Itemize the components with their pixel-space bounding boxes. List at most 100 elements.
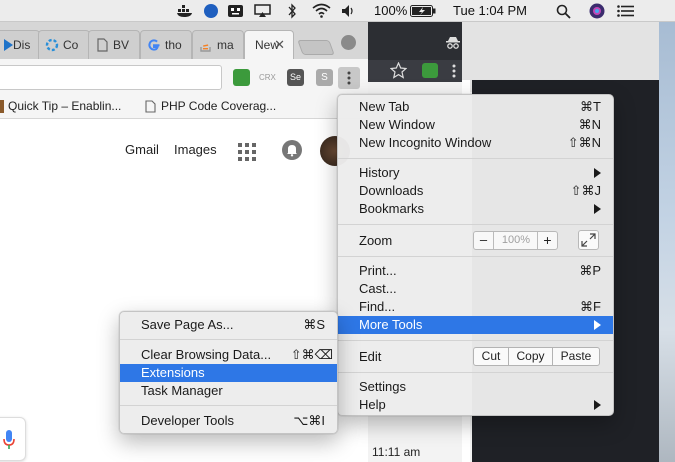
menu-item-new-window[interactable]: New Window ⌘N [338,116,613,134]
incognito-icon [446,37,460,49]
tab-strip: Dis Co BV tho ma New ✕ [0,22,368,60]
cut-button[interactable]: Cut [473,347,509,366]
document-icon [97,38,108,52]
bluetooth-icon[interactable] [287,3,297,19]
images-link[interactable]: Images [174,142,217,157]
tab-1[interactable]: Dis [0,30,40,59]
tab-4[interactable]: tho [140,30,192,59]
shortcut-label: ⌘T [580,99,601,114]
menu-item-label: New Tab [359,99,410,114]
three-dots-icon [347,71,351,85]
bookmark-icon [0,100,4,113]
menu-item-label: New Window [359,117,435,132]
menu-item-label: Cast... [359,281,397,296]
chrome-main-menu: New Tab ⌘T New Window ⌘N New Incognito W… [337,94,614,416]
shortcut-label: ⌘S [303,317,325,332]
zoom-in-button[interactable]: + [537,232,557,249]
shortcut-label: ⌥⌘I [293,413,325,428]
menu-item-history[interactable]: History [338,164,613,182]
menu-item-new-tab[interactable]: New Tab ⌘T [338,98,613,116]
profile-icon[interactable] [341,35,356,50]
menu-item-developer-tools[interactable]: Developer Tools ⌥⌘I [120,412,337,430]
document-icon [145,100,156,113]
menu-separator [338,256,613,257]
spotlight-search-icon[interactable] [556,4,571,19]
incognito-menu-icon[interactable] [452,64,456,78]
docker-icon[interactable] [176,4,194,18]
menu-item-label: Downloads [359,183,424,198]
zoom-control: – 100% + [473,231,558,250]
submenu-arrow-icon [594,320,601,330]
menu-item-cast[interactable]: Cast... [338,280,613,298]
fullscreen-button[interactable] [578,230,599,250]
tab-new-tab-active[interactable]: New ✕ [244,30,294,60]
message-timestamp: 11:11 am [372,445,421,459]
menu-item-label: Zoom [359,233,393,248]
menu-item-find[interactable]: Find... ⌘F [338,298,613,316]
menu-item-help[interactable]: Help [338,396,613,414]
chrome-menu-button[interactable] [338,67,360,89]
menu-item-new-incognito-window[interactable]: New Incognito Window ⇧⌘N [338,134,613,152]
gmail-link[interactable]: Gmail [125,142,159,157]
menu-separator [338,158,613,159]
menu-item-more-tools[interactable]: More Tools [338,316,613,334]
menu-separator [338,372,613,373]
tab-3[interactable]: BV [88,30,140,59]
menu-item-extensions[interactable]: Extensions [120,364,337,382]
tab-2[interactable]: Co [38,30,90,59]
desktop-wallpaper [659,22,675,462]
shortcut-label: ⌘F [580,299,601,314]
shortcut-label: ⇧⌘⌫ [290,347,333,362]
zoom-out-button[interactable]: – [474,232,494,249]
address-bar[interactable] [0,65,222,90]
selenium-extension-icon[interactable]: Se [287,69,304,86]
apps-grid-icon[interactable] [238,143,256,161]
wifi-icon[interactable] [312,3,331,18]
bookmark-item[interactable]: PHP Code Coverag... [161,99,276,113]
paste-button[interactable]: Paste [552,347,600,366]
s-extension-icon[interactable]: S [316,69,333,86]
menubar-clock[interactable]: Tue 1:04 PM [453,0,527,22]
microphone-icon[interactable] [3,430,15,450]
incognito-window-toolbar [368,22,462,82]
shortcut-label: ⇧⌘J [570,183,601,198]
menu-item-label: Settings [359,379,406,394]
volume-icon[interactable] [341,4,357,18]
tab-title: ma [217,38,234,52]
robot-icon[interactable] [227,3,244,19]
close-tab-icon[interactable]: ✕ [274,37,285,53]
menu-item-save-page-as[interactable]: Save Page As... ⌘S [120,316,337,334]
battery-percent[interactable]: 100% [374,0,407,22]
airplay-icon[interactable] [254,4,271,18]
menu-item-settings[interactable]: Settings [338,378,613,396]
siri-icon[interactable] [589,3,605,19]
fullscreen-icon [581,233,596,247]
notification-center-icon[interactable] [617,5,634,17]
battery-icon[interactable] [410,5,436,17]
menu-separator [120,339,337,340]
menu-item-bookmarks[interactable]: Bookmarks [338,200,613,218]
crx-extension-icon[interactable]: CRX [259,69,279,86]
google-favicon-icon [148,39,160,51]
robot-extension-icon[interactable] [233,69,250,86]
submenu-arrow-icon [594,168,601,178]
new-tab-button[interactable] [297,40,335,55]
gear-favicon-icon [45,38,59,52]
notifications-bell-icon[interactable] [282,140,302,160]
menu-item-label: Edit [359,349,382,364]
menu-separator [120,405,337,406]
robot-extension-icon[interactable] [422,63,438,78]
menu-item-label: Clear Browsing Data... [141,347,272,362]
tab-5[interactable]: ma [192,30,244,59]
submenu-arrow-icon [594,400,601,410]
menu-item-task-manager[interactable]: Task Manager [120,382,337,400]
menu-bar: 100% Tue 1:04 PM [0,0,675,22]
voice-search-card[interactable] [0,417,26,461]
bookmark-item[interactable]: Quick Tip – Enablin... [8,99,121,113]
menu-item-clear-browsing-data[interactable]: Clear Browsing Data... ⇧⌘⌫ [120,346,337,364]
elephant-icon[interactable] [203,3,220,19]
star-icon[interactable] [390,62,407,79]
menu-item-print[interactable]: Print... ⌘P [338,262,613,280]
copy-button[interactable]: Copy [508,347,553,366]
menu-item-downloads[interactable]: Downloads ⇧⌘J [338,182,613,200]
